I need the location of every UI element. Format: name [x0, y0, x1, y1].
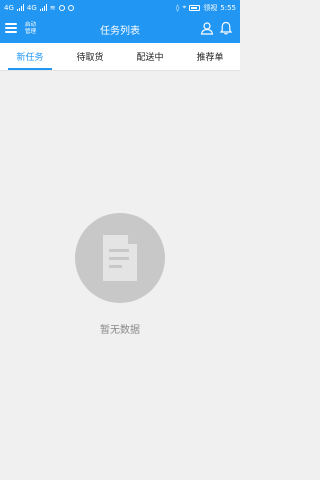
carrier-label: 领视 [203, 3, 218, 12]
tab-recommended[interactable]: 推荐单 [180, 43, 240, 70]
notification-icon [58, 4, 65, 11]
status-time: 5:55 [220, 3, 236, 12]
tab-delivering[interactable]: 配送中 [120, 43, 180, 70]
signal-icon [16, 4, 24, 11]
chat-icon [67, 4, 74, 11]
status-bar: 4G 4G ≋ ◊ ⌖ 领视 5:55 [0, 0, 240, 15]
network-label: 4G [4, 3, 14, 12]
network-label-2: 4G [26, 3, 37, 12]
battery-icon [189, 4, 201, 11]
location-icon: ⌖ [182, 3, 187, 11]
status-right: ◊ ⌖ 领视 5:55 [176, 3, 236, 13]
bell-icon[interactable] [219, 21, 233, 35]
tab-new-tasks[interactable]: 新任务 [0, 43, 60, 70]
tab-bar: 新任务 待取货 配送中 推荐单 [0, 43, 240, 71]
tab-pending-pickup[interactable]: 待取货 [60, 43, 120, 70]
app-bar: 启动 管理 任务列表 [0, 15, 240, 43]
empty-state-icon-circle [75, 213, 165, 303]
signal-icon-2 [39, 4, 47, 11]
vibrate-icon: ◊ [175, 3, 180, 12]
document-icon [103, 235, 137, 281]
status-left: 4G 4G ≋ [4, 4, 74, 12]
wifi-icon: ≋ [49, 3, 56, 12]
empty-state-text: 暂无数据 [100, 325, 140, 336]
user-icon[interactable] [200, 21, 214, 35]
